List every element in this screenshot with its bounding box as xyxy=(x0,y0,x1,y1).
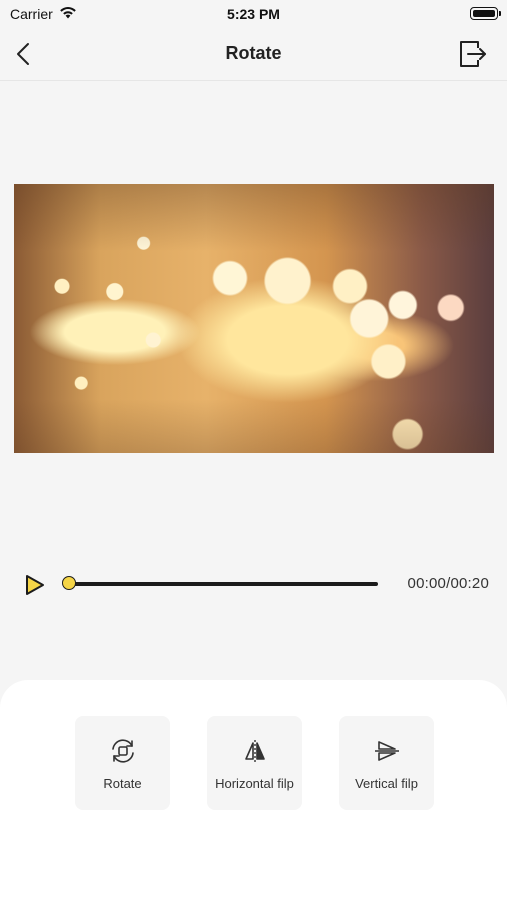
page-title: Rotate xyxy=(225,43,282,63)
rotate-button[interactable]: Rotate xyxy=(75,716,170,810)
export-button[interactable] xyxy=(457,38,489,70)
time-readout: 00:00/00:20 xyxy=(407,575,489,592)
rotate-label: Rotate xyxy=(103,776,142,791)
video-preview[interactable] xyxy=(14,184,494,453)
progress-thumb[interactable] xyxy=(62,576,76,590)
navigation-bar: Rotate xyxy=(0,28,507,81)
play-icon xyxy=(26,575,44,595)
battery-icon xyxy=(470,7,501,20)
vertical-flip-button[interactable]: Vertical filp xyxy=(339,716,434,810)
progress-track[interactable] xyxy=(68,582,378,586)
status-bar: Carrier 5:23 PM xyxy=(0,0,507,28)
play-button[interactable] xyxy=(24,573,46,597)
horizontal-flip-icon xyxy=(240,736,270,766)
status-time: 5:23 PM xyxy=(227,6,280,22)
vertical-flip-label: Vertical filp xyxy=(355,776,418,791)
rotate-icon xyxy=(108,736,138,766)
tool-panel: Rotate Horizontal filp Vertical filp xyxy=(0,680,507,900)
export-icon xyxy=(460,41,486,67)
vertical-flip-icon xyxy=(372,736,402,766)
horizontal-flip-button[interactable]: Horizontal filp xyxy=(207,716,302,810)
horizontal-flip-label: Horizontal filp xyxy=(215,776,294,791)
